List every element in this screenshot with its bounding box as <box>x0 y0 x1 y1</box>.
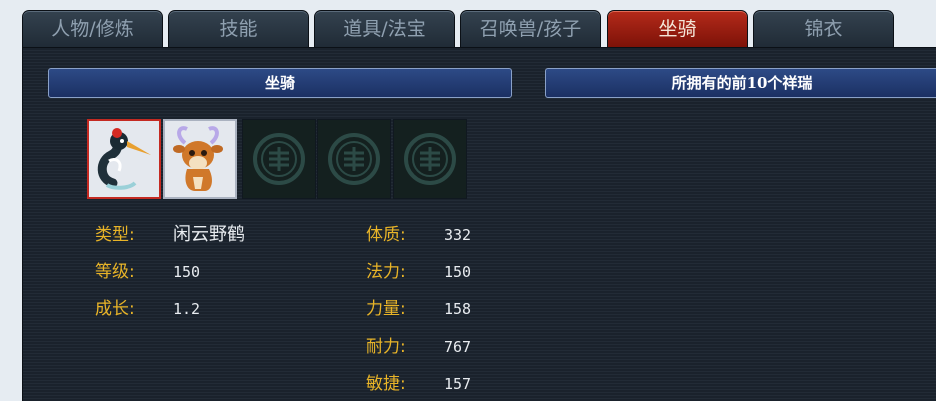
constitution-label: 体质: <box>366 225 406 245</box>
level-label: 等级: <box>95 262 135 282</box>
magic-value: 150 <box>444 263 472 281</box>
tab-bar: 人物/修炼 技能 道具/法宝 召唤兽/孩子 坐骑 锦衣 <box>22 10 936 48</box>
level-value: 150 <box>173 263 201 281</box>
tab-skills[interactable]: 技能 <box>168 10 309 47</box>
growth-label: 成长: <box>95 299 135 319</box>
mount-slot-4[interactable] <box>317 119 391 199</box>
mount-slot-1[interactable] <box>87 119 161 199</box>
endurance-value: 767 <box>444 338 472 356</box>
mount-section-header: 坐骑 <box>48 68 512 98</box>
tab-items[interactable]: 道具/法宝 <box>314 10 455 47</box>
agility-value: 157 <box>444 375 472 393</box>
empty-slot-emblem-icon <box>253 133 305 185</box>
mount-panel: 坐骑 所拥有的前10个祥瑞 类型: 闲云野鹤 等级: 150 成长: 1.2 体… <box>22 47 936 401</box>
growth-value: 1.2 <box>173 300 201 318</box>
empty-slot-emblem-icon <box>404 133 456 185</box>
tab-mounts[interactable]: 坐骑 <box>607 10 748 47</box>
type-value: 闲云野鹤 <box>173 224 245 245</box>
crane-mount-icon <box>89 121 159 197</box>
agility-label: 敏捷: <box>366 374 406 394</box>
mount-slot-3[interactable] <box>242 119 316 199</box>
magic-label: 法力: <box>366 262 406 282</box>
endurance-label: 耐力: <box>366 337 406 357</box>
tab-character[interactable]: 人物/修炼 <box>22 10 163 47</box>
rares-section-header: 所拥有的前10个祥瑞 <box>545 68 936 98</box>
deer-mount-icon <box>165 121 235 197</box>
strength-value: 158 <box>444 300 472 318</box>
mount-slot-2[interactable] <box>163 119 237 199</box>
tab-outfits[interactable]: 锦衣 <box>753 10 894 47</box>
tab-summons[interactable]: 召唤兽/孩子 <box>460 10 601 47</box>
empty-slot-emblem-icon <box>328 133 380 185</box>
constitution-value: 332 <box>444 226 472 244</box>
mount-slot-5[interactable] <box>393 119 467 199</box>
type-label: 类型: <box>95 225 135 245</box>
strength-label: 力量: <box>366 299 406 319</box>
